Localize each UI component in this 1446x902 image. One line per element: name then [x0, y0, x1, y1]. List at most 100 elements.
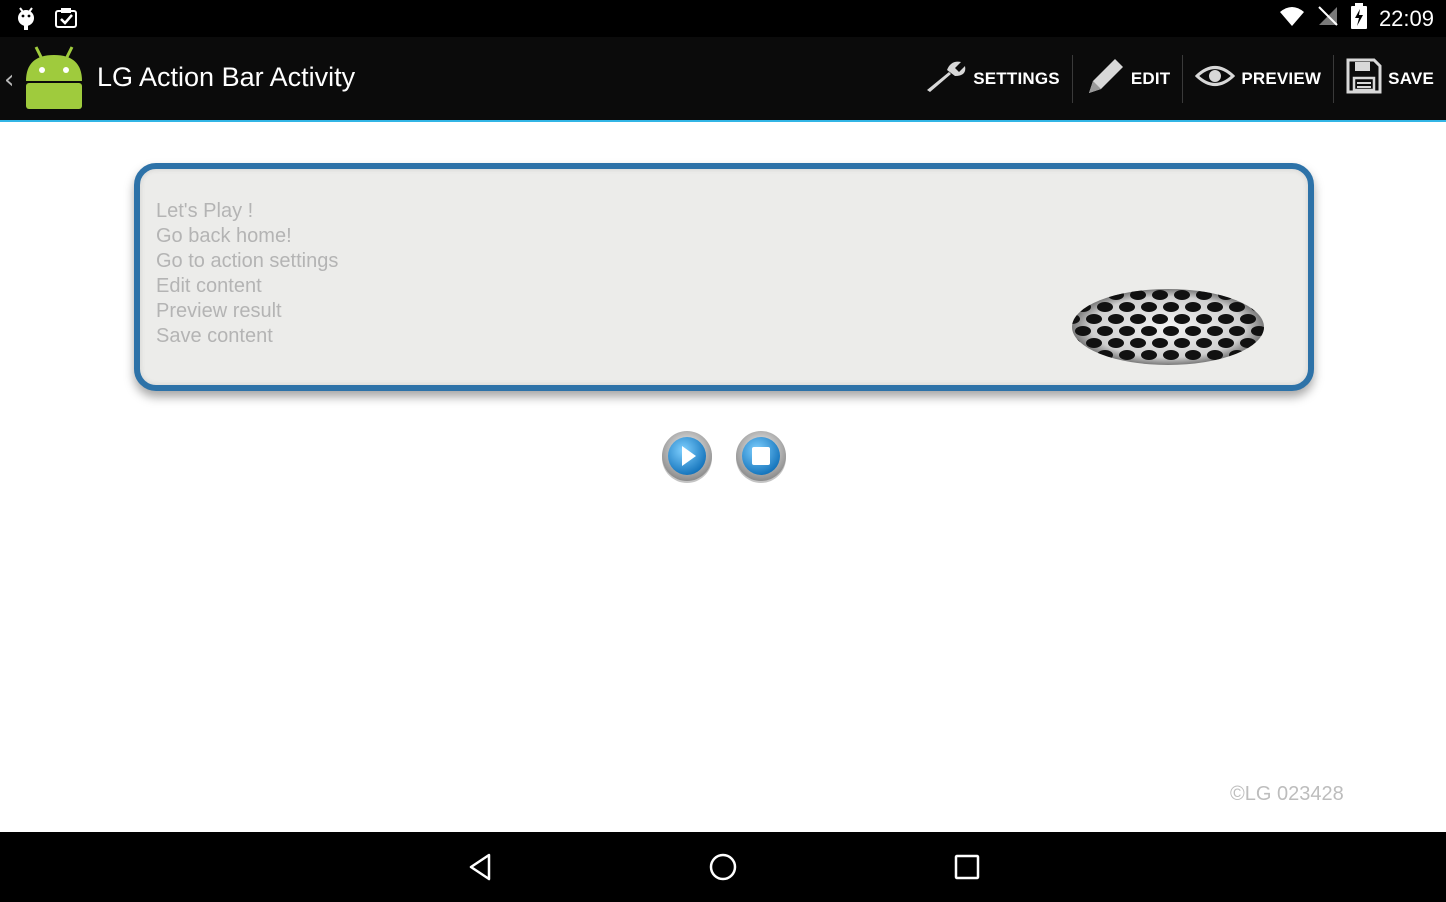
speaker-hole	[1185, 302, 1201, 312]
speaker-hole	[1229, 302, 1245, 312]
speaker-hole	[1163, 302, 1179, 312]
list-item: Let's Play !	[156, 200, 254, 222]
media-controls	[660, 430, 788, 484]
speaker-hole	[1075, 326, 1091, 336]
eye-icon	[1195, 63, 1236, 94]
settings-button[interactable]: SETTINGS	[913, 37, 1072, 120]
speaker-hole	[1097, 302, 1113, 312]
speaker-hole	[1097, 350, 1113, 360]
speaker-hole	[1185, 350, 1201, 360]
speaker-hole	[1174, 314, 1190, 324]
speaker-hole	[1207, 350, 1223, 360]
android-notify-icon	[14, 4, 38, 35]
stop-button[interactable]	[734, 430, 788, 484]
speaker-hole	[1196, 338, 1212, 348]
speaker-hole	[1185, 326, 1201, 336]
speaker-hole	[1196, 290, 1212, 300]
no-signal-icon	[1317, 5, 1339, 32]
speaker-hole	[1108, 290, 1124, 300]
speaker-hole	[1163, 326, 1179, 336]
speaker-hole	[1086, 314, 1102, 324]
speaker-hole	[1251, 350, 1264, 360]
speaker-hole	[1218, 290, 1234, 300]
speaker-hole	[1097, 326, 1113, 336]
action-list: Let's Play ! Go back home! Go to action …	[156, 199, 338, 349]
back-button[interactable]	[460, 850, 500, 884]
up-caret-icon[interactable]: ‹	[4, 65, 14, 95]
speaker-hole	[1130, 290, 1146, 300]
navigation-bar	[0, 832, 1446, 902]
speaker-hole	[1240, 338, 1256, 348]
copyright-text: ©LG 023428	[1230, 783, 1344, 805]
status-left	[14, 4, 78, 35]
stop-icon	[736, 431, 786, 483]
speaker-hole	[1108, 338, 1124, 348]
list-item: Go to action settings	[156, 250, 339, 272]
speaker-hole	[1119, 350, 1135, 360]
speaker-hole	[1240, 290, 1256, 300]
speaker-hole	[1218, 314, 1234, 324]
edit-label: EDIT	[1130, 68, 1171, 88]
wifi-icon	[1279, 5, 1305, 32]
speaker-hole	[1072, 290, 1080, 300]
action-buttons: SETTINGS EDIT PREVIEW SAVE	[913, 37, 1446, 120]
preview-label: PREVIEW	[1241, 68, 1322, 88]
pencil-icon	[1085, 57, 1125, 100]
speaker-hole	[1218, 338, 1234, 348]
speaker-grille-icon	[1068, 285, 1268, 369]
app-title: LG Action Bar Activity	[97, 62, 356, 92]
settings-label: SETTINGS	[973, 68, 1060, 88]
home-icon	[709, 853, 737, 881]
speaker-hole	[1152, 314, 1168, 324]
speaker-hole	[1240, 314, 1256, 324]
save-label: SAVE	[1388, 68, 1434, 88]
back-icon	[469, 853, 491, 881]
preview-button[interactable]: PREVIEW	[1183, 37, 1333, 120]
speaker-hole	[1251, 326, 1264, 336]
speaker-hole	[1229, 350, 1245, 360]
speaker-hole	[1174, 338, 1190, 348]
list-item: Save content	[156, 325, 273, 347]
status-bar: 22:09	[0, 0, 1446, 37]
action-bar: ‹ LG Action Bar Activity SETTINGS EDIT P…	[0, 37, 1446, 122]
clipboard-check-icon	[54, 5, 78, 34]
speaker-hole	[1207, 302, 1223, 312]
recents-button[interactable]	[947, 850, 987, 884]
speaker-hole	[1251, 302, 1264, 312]
speaker-hole	[1152, 290, 1168, 300]
speaker-hole	[1119, 302, 1135, 312]
speaker-hole	[1163, 350, 1179, 360]
speaker-hole	[1130, 314, 1146, 324]
content-card: Let's Play ! Go back home! Go to action …	[134, 163, 1314, 391]
speaker-hole	[1086, 290, 1102, 300]
recents-icon	[954, 854, 980, 880]
speaker-hole	[1196, 314, 1212, 324]
play-button[interactable]	[660, 430, 714, 484]
speaker-hole	[1119, 326, 1135, 336]
speaker-hole	[1229, 326, 1245, 336]
speaker-hole	[1108, 314, 1124, 324]
android-app-icon[interactable]	[22, 45, 86, 116]
floppy-disk-icon	[1346, 58, 1382, 99]
speaker-hole	[1141, 350, 1157, 360]
speaker-hole	[1086, 338, 1102, 348]
home-button[interactable]	[703, 850, 743, 884]
play-icon	[662, 431, 712, 483]
speaker-hole	[1130, 338, 1146, 348]
status-right: 22:09	[1279, 0, 1434, 37]
battery-charging-icon	[1350, 3, 1367, 34]
list-item: Go back home!	[156, 225, 292, 247]
speaker-hole	[1141, 326, 1157, 336]
speaker-hole	[1141, 302, 1157, 312]
wrench-icon	[925, 60, 967, 97]
status-clock: 22:09	[1378, 5, 1434, 31]
edit-button[interactable]: EDIT	[1073, 37, 1183, 120]
speaker-hole	[1075, 302, 1091, 312]
speaker-hole	[1174, 290, 1190, 300]
speaker-hole	[1207, 326, 1223, 336]
list-item: Edit content	[156, 275, 262, 297]
speaker-hole	[1075, 350, 1091, 360]
speaker-hole	[1152, 338, 1168, 348]
save-button[interactable]: SAVE	[1334, 37, 1446, 120]
list-item: Preview result	[156, 300, 282, 322]
